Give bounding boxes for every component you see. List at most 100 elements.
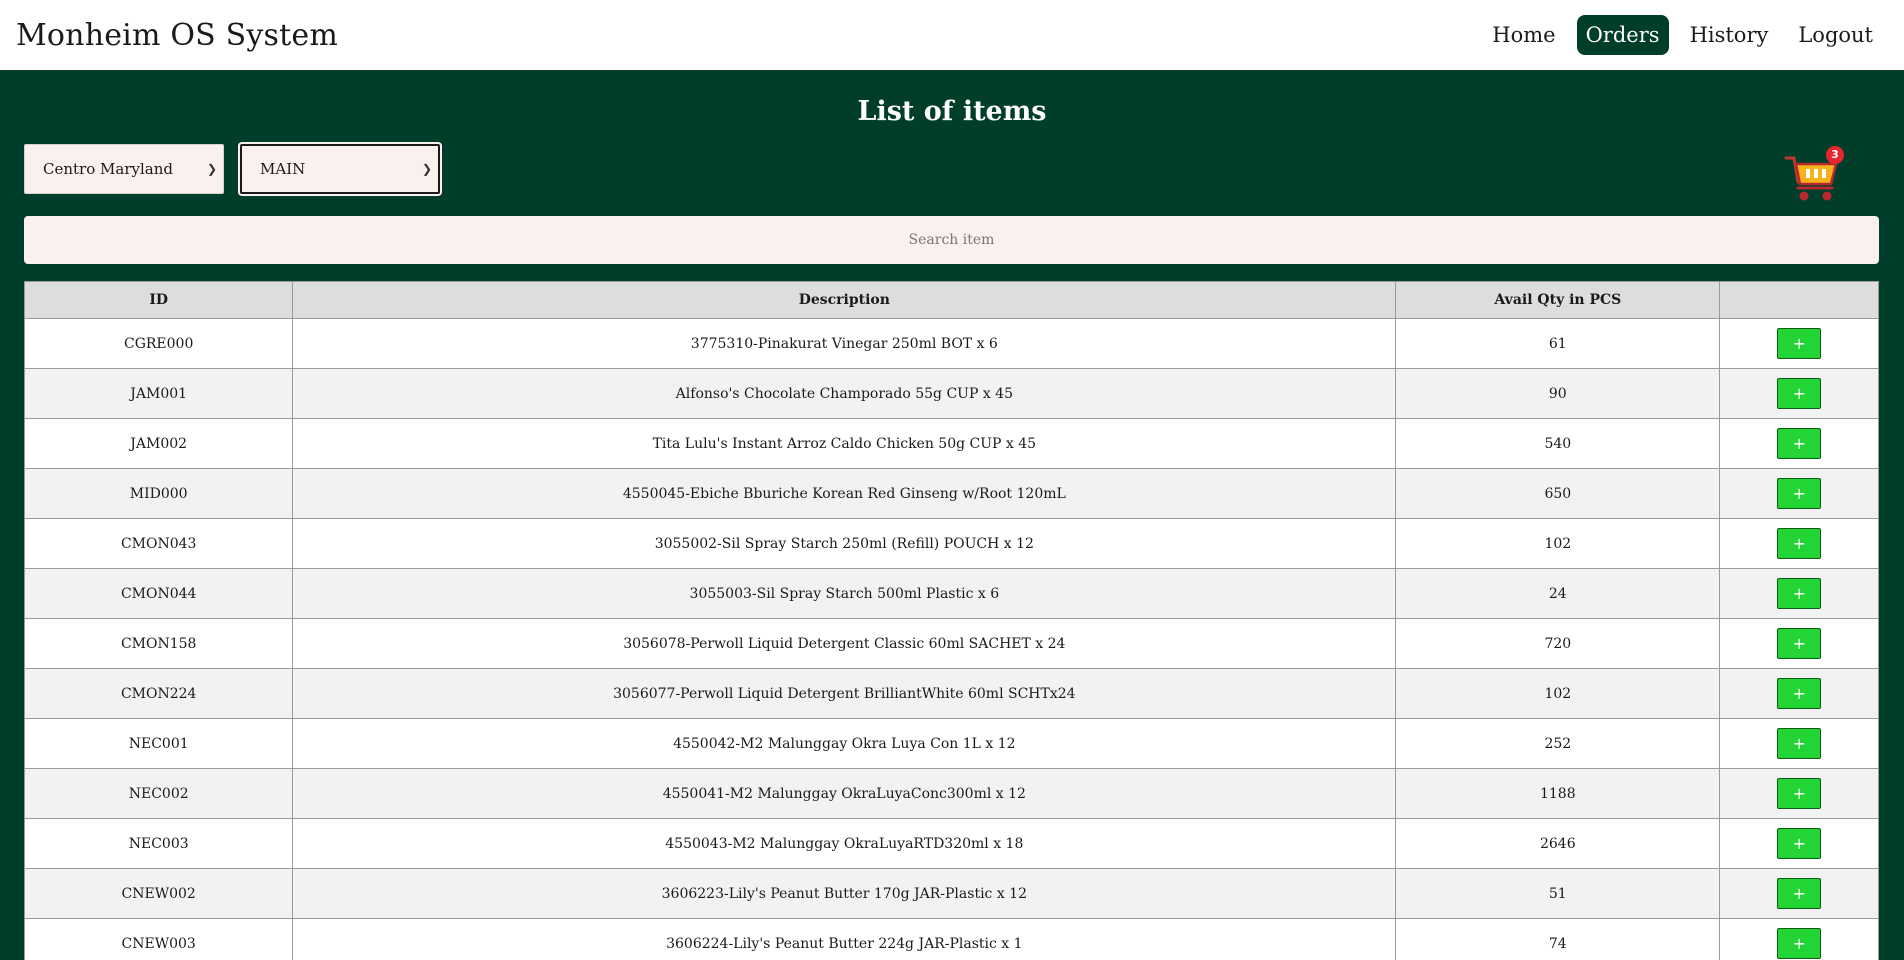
item-description: Tita Lulu's Instant Arroz Caldo Chicken … xyxy=(292,418,1397,469)
add-item-button[interactable]: + xyxy=(1777,478,1822,509)
nav-orders-link[interactable]: Orders xyxy=(1576,15,1669,55)
action-cell: + xyxy=(1719,518,1879,569)
branch-select-value: MAIN xyxy=(260,160,306,178)
item-description: 4550043-M2 Malunggay OkraLuyaRTD320ml x … xyxy=(292,818,1397,869)
action-cell: + xyxy=(1719,468,1879,519)
add-item-button[interactable]: + xyxy=(1777,928,1822,959)
table-row: CNEW002 3606223-Lily's Peanut Butter 170… xyxy=(23,868,1879,919)
search-input[interactable] xyxy=(24,216,1879,264)
item-qty: 252 xyxy=(1395,718,1721,769)
item-id: CMON158 xyxy=(23,618,294,669)
branch-select[interactable]: MAIN ❯ xyxy=(240,144,440,194)
action-cell: + xyxy=(1719,418,1879,469)
action-cell: + xyxy=(1719,618,1879,669)
table-row: JAM002 Tita Lulu's Instant Arroz Caldo C… xyxy=(23,418,1879,469)
table-row: NEC003 4550043-M2 Malunggay OkraLuyaRTD3… xyxy=(23,818,1879,869)
item-qty: 102 xyxy=(1395,668,1721,719)
cart-button[interactable]: 3 xyxy=(1784,146,1846,204)
item-description: 4550041-M2 Malunggay OkraLuyaConc300ml x… xyxy=(292,768,1397,819)
item-id: JAM002 xyxy=(23,418,294,469)
add-item-button[interactable]: + xyxy=(1777,728,1822,759)
table-row: NEC001 4550042-M2 Malunggay Okra Luya Co… xyxy=(23,718,1879,769)
add-item-button[interactable]: + xyxy=(1777,678,1822,709)
top-navbar: Monheim OS System Home Orders History Lo… xyxy=(0,0,1904,70)
item-description: 3606224-Lily's Peanut Butter 224g JAR-Pl… xyxy=(292,918,1397,960)
orders-panel: List of items Centro Maryland ❯ MAIN ❯ 3 xyxy=(0,70,1904,960)
action-cell: + xyxy=(1719,318,1879,369)
action-cell: + xyxy=(1719,768,1879,819)
item-id: CMON224 xyxy=(23,668,294,719)
add-item-button[interactable]: + xyxy=(1777,528,1822,559)
action-cell: + xyxy=(1719,368,1879,419)
table-row: CMON044 3055003-Sil Spray Starch 500ml P… xyxy=(23,568,1879,619)
table-row: CMON043 3055002-Sil Spray Starch 250ml (… xyxy=(23,518,1879,569)
item-id: MID000 xyxy=(23,468,294,519)
table-row: CNEW003 3606224-Lily's Peanut Butter 224… xyxy=(23,918,1879,960)
table-row: CMON158 3056078-Perwoll Liquid Detergent… xyxy=(23,618,1879,669)
main-nav: Home Orders History Logout xyxy=(1483,15,1882,55)
cart-count-badge: 3 xyxy=(1826,146,1844,164)
item-description: 3775310-Pinakurat Vinegar 250ml BOT x 6 xyxy=(292,318,1397,369)
item-description: 4550045-Ebiche Bburiche Korean Red Ginse… xyxy=(292,468,1397,519)
item-id: CGRE000 xyxy=(23,318,294,369)
table-row: CGRE000 3775310-Pinakurat Vinegar 250ml … xyxy=(23,318,1879,369)
item-qty: 74 xyxy=(1395,918,1721,960)
item-description: 3055003-Sil Spray Starch 500ml Plastic x… xyxy=(292,568,1397,619)
add-item-button[interactable]: + xyxy=(1777,778,1822,809)
item-id: CNEW002 xyxy=(23,868,294,919)
add-item-button[interactable]: + xyxy=(1777,428,1822,459)
table-row: MID000 4550045-Ebiche Bburiche Korean Re… xyxy=(23,468,1879,519)
item-id: JAM001 xyxy=(23,368,294,419)
item-description: Alfonso's Chocolate Champorado 55g CUP x… xyxy=(292,368,1397,419)
item-description: 3606223-Lily's Peanut Butter 170g JAR-Pl… xyxy=(292,868,1397,919)
location-select[interactable]: Centro Maryland ❯ xyxy=(24,144,224,194)
action-cell: + xyxy=(1719,818,1879,869)
item-qty: 90 xyxy=(1395,368,1721,419)
header-action xyxy=(1719,281,1879,319)
nav-home-link[interactable]: Home xyxy=(1483,15,1564,55)
item-description: 4550042-M2 Malunggay Okra Luya Con 1L x … xyxy=(292,718,1397,769)
action-cell: + xyxy=(1719,868,1879,919)
item-qty: 61 xyxy=(1395,318,1721,369)
action-cell: + xyxy=(1719,568,1879,619)
nav-history-link[interactable]: History xyxy=(1681,15,1778,55)
item-id: NEC002 xyxy=(23,768,294,819)
chevron-down-icon: ❯ xyxy=(421,162,432,176)
app-title: Monheim OS System xyxy=(16,17,338,53)
item-qty: 720 xyxy=(1395,618,1721,669)
add-item-button[interactable]: + xyxy=(1777,628,1822,659)
add-item-button[interactable]: + xyxy=(1777,578,1822,609)
item-qty: 24 xyxy=(1395,568,1721,619)
item-id: CMON043 xyxy=(23,518,294,569)
item-qty: 650 xyxy=(1395,468,1721,519)
table-row: JAM001 Alfonso's Chocolate Champorado 55… xyxy=(23,368,1879,419)
item-description: 3056078-Perwoll Liquid Detergent Classic… xyxy=(292,618,1397,669)
add-item-button[interactable]: + xyxy=(1777,828,1822,859)
add-item-button[interactable]: + xyxy=(1777,878,1822,909)
items-table: ID Description Avail Qty in PCS CGRE000 … xyxy=(23,281,1879,960)
action-cell: + xyxy=(1719,718,1879,769)
header-description[interactable]: Description xyxy=(292,281,1397,319)
add-item-button[interactable]: + xyxy=(1777,328,1822,359)
add-item-button[interactable]: + xyxy=(1777,378,1822,409)
item-qty: 1188 xyxy=(1395,768,1721,819)
location-select-value: Centro Maryland xyxy=(43,160,173,178)
item-description: 3056077-Perwoll Liquid Detergent Brillia… xyxy=(292,668,1397,719)
table-header-row: ID Description Avail Qty in PCS xyxy=(23,281,1879,319)
item-qty: 540 xyxy=(1395,418,1721,469)
chevron-down-icon: ❯ xyxy=(206,162,217,176)
action-cell: + xyxy=(1719,918,1879,960)
item-qty: 51 xyxy=(1395,868,1721,919)
action-cell: + xyxy=(1719,668,1879,719)
header-id[interactable]: ID xyxy=(23,281,294,319)
item-description: 3055002-Sil Spray Starch 250ml (Refill) … xyxy=(292,518,1397,569)
table-row: NEC002 4550041-M2 Malunggay OkraLuyaConc… xyxy=(23,768,1879,819)
page-title: List of items xyxy=(857,96,1047,127)
item-id: CNEW003 xyxy=(23,918,294,960)
table-row: CMON224 3056077-Perwoll Liquid Detergent… xyxy=(23,668,1879,719)
item-id: NEC003 xyxy=(23,818,294,869)
item-qty: 2646 xyxy=(1395,818,1721,869)
nav-logout-link[interactable]: Logout xyxy=(1789,15,1882,55)
item-id: CMON044 xyxy=(23,568,294,619)
header-avail-qty[interactable]: Avail Qty in PCS xyxy=(1395,281,1721,319)
